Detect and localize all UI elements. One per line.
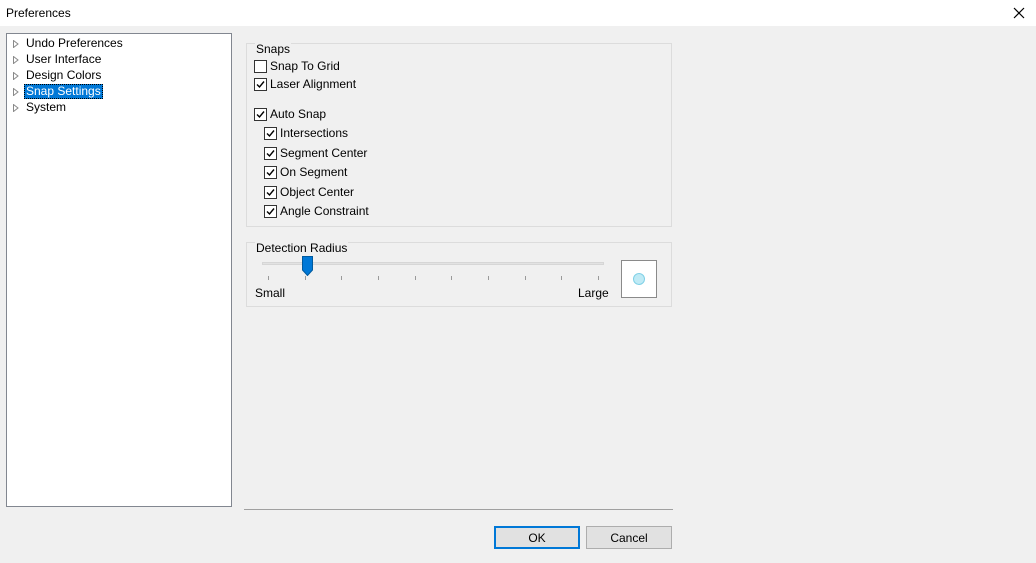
expand-arrow-icon[interactable] [13, 56, 19, 64]
snap-to-grid-label: Snap To Grid [270, 59, 340, 73]
snaps-group-title: Snaps [255, 42, 292, 56]
window-title: Preferences [6, 6, 71, 20]
laser-alignment-label: Laser Alignment [270, 77, 357, 91]
expand-arrow-icon[interactable] [13, 104, 19, 112]
tree-item-label: Undo Preferences [26, 36, 123, 50]
tree-item-label: System [26, 100, 67, 114]
checkbox-box[interactable] [264, 185, 277, 199]
check-icon [266, 168, 275, 176]
title-bar: Preferences [0, 0, 1036, 26]
check-icon [256, 80, 265, 88]
auto-snap-label: Auto Snap [270, 107, 327, 121]
on-segment-checkbox[interactable]: On Segment [264, 164, 347, 180]
checkbox-box[interactable] [264, 126, 277, 140]
checkbox-box[interactable] [264, 165, 277, 179]
slider-tick [524, 276, 526, 280]
detection-radius-preview [621, 260, 657, 298]
intersections-checkbox[interactable]: Intersections [264, 125, 348, 141]
checkbox-box[interactable] [254, 59, 267, 73]
tree-item-label: Design Colors [26, 68, 102, 82]
tree-item-system[interactable]: System [7, 100, 227, 116]
expand-arrow-icon[interactable] [13, 72, 19, 80]
slider-min-label: Small [255, 286, 286, 300]
tree-item-user-interface[interactable]: User Interface [7, 52, 227, 68]
object-center-label: Object Center [280, 185, 355, 199]
tree-item-snap-settings[interactable]: Snap Settings [7, 84, 227, 100]
cancel-button[interactable]: Cancel [586, 526, 672, 549]
checkbox-box[interactable] [254, 107, 267, 121]
slider-tick [414, 276, 416, 280]
checkbox-box[interactable] [264, 204, 277, 218]
detection-radius-title: Detection Radius [255, 241, 349, 255]
detection-radius-slider-track[interactable] [262, 262, 604, 265]
check-icon [266, 149, 275, 157]
footer-separator [244, 509, 673, 510]
slider-tick [304, 276, 306, 280]
slider-tick [378, 276, 379, 280]
slider-max-label: Large [578, 286, 609, 300]
slider-tick [598, 276, 599, 280]
check-icon [266, 129, 275, 137]
expand-arrow-icon[interactable] [13, 88, 19, 96]
slider-tick [451, 276, 453, 280]
close-icon [1013, 7, 1025, 19]
tree-item-label: Snap Settings [24, 84, 103, 99]
detection-radius-slider-thumb[interactable] [302, 256, 314, 276]
tree-item-design-colors[interactable]: Design Colors [7, 68, 227, 84]
check-icon [266, 188, 275, 196]
slider-tick [488, 276, 489, 280]
angle-constraint-checkbox[interactable]: Angle Constraint [264, 203, 369, 219]
segment-center-label: Segment Center [280, 146, 368, 160]
slider-tick [268, 276, 269, 280]
tree-item-undo-preferences[interactable]: Undo Preferences [7, 36, 227, 52]
check-icon [256, 110, 265, 118]
check-icon [266, 207, 275, 215]
segment-center-checkbox[interactable]: Segment Center [264, 145, 367, 161]
intersections-label: Intersections [280, 126, 349, 140]
slider-tick [561, 276, 563, 280]
radius-preview-dot [633, 273, 645, 285]
snap-to-grid-checkbox[interactable]: Snap To Grid [254, 58, 340, 74]
checkbox-box[interactable] [254, 77, 267, 91]
laser-alignment-checkbox[interactable]: Laser Alignment [254, 76, 356, 92]
category-tree[interactable]: Undo Preferences User Interface Design C… [6, 33, 232, 507]
close-button[interactable] [1002, 0, 1036, 26]
auto-snap-checkbox[interactable]: Auto Snap [254, 106, 326, 122]
expand-arrow-icon[interactable] [13, 40, 19, 48]
tree-item-label: User Interface [26, 52, 102, 66]
angle-constraint-label: Angle Constraint [280, 204, 369, 218]
on-segment-label: On Segment [280, 165, 348, 179]
checkbox-box[interactable] [264, 146, 277, 160]
ok-button[interactable]: OK [494, 526, 580, 549]
object-center-checkbox[interactable]: Object Center [264, 184, 354, 200]
slider-tick [341, 276, 343, 280]
